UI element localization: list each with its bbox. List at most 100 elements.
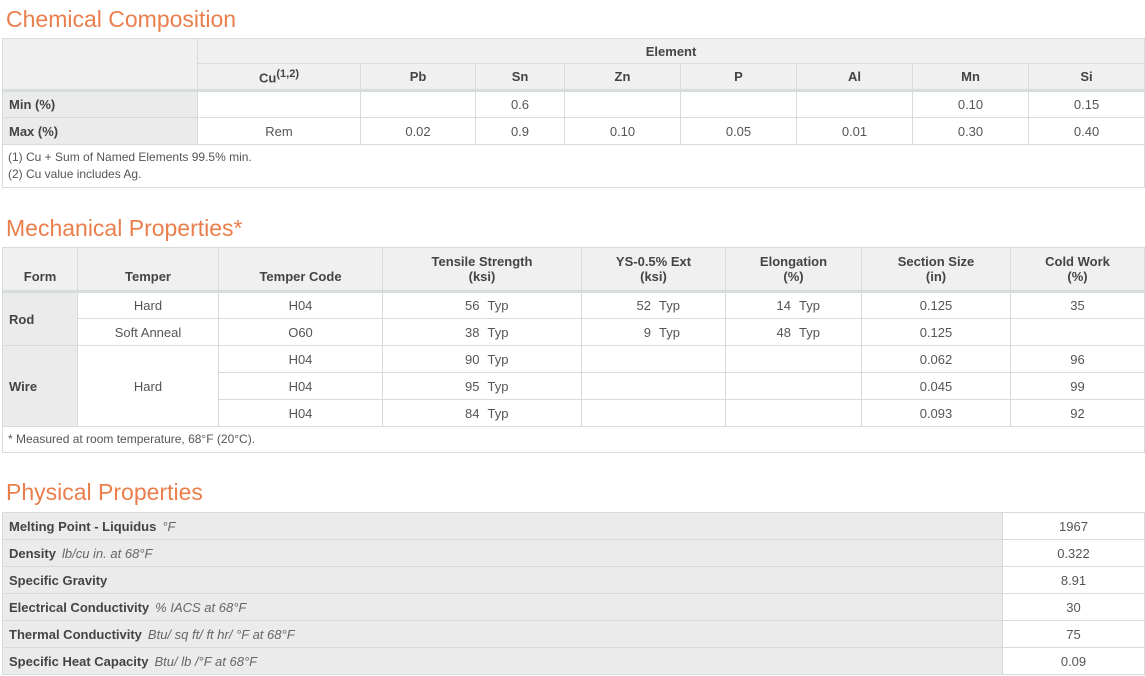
table-row: Max (%) Rem 0.02 0.9 0.10 0.05 0.01 0.30… (2, 117, 1145, 145)
min-al (796, 90, 913, 118)
table-row: Min (%) 0.6 0.10 0.15 (2, 90, 1145, 118)
typ-label: Typ (799, 298, 820, 313)
element-header-pb: Pb (360, 63, 476, 92)
section-size-value: 0.125 (861, 291, 1011, 319)
elongation-value (725, 372, 862, 400)
form-wire: Wire (2, 345, 78, 427)
form-rod: Rod (2, 291, 78, 346)
element-group-header: Element (196, 38, 1145, 64)
footnote: (1) Cu + Sum of Named Elements 99.5% min… (8, 150, 252, 164)
property-unit: lb/cu in. at 68°F (61, 545, 153, 561)
chemical-composition-title: Chemical Composition (6, 6, 237, 32)
max-sn: 0.9 (475, 117, 565, 145)
property-label: Specific Gravity (9, 572, 108, 588)
property-value: 0.322 (1002, 539, 1145, 567)
header-elongation: Elongation (%) (725, 247, 862, 293)
table-row: Rod Hard H04 56 Typ 52 Typ 14 Typ 0.125 35 (2, 291, 1145, 346)
header-ys: YS-0.5% Ext (ksi) (581, 247, 726, 293)
table-row: Wire Hard H04 90 Typ 0.062 96 (2, 345, 1145, 427)
section-size-value: 0.093 (861, 399, 1011, 427)
typ-label: Typ (487, 324, 509, 340)
property-label: Specific Heat Capacity (9, 653, 149, 669)
min-sn: 0.6 (475, 90, 565, 118)
typ-label: Typ (659, 298, 680, 313)
table-row: Specific Gravity 8.91 (2, 566, 1145, 594)
max-mn: 0.30 (912, 117, 1029, 145)
section-size-value: 0.062 (861, 345, 1011, 373)
cold-work-value: 92 (1010, 399, 1145, 427)
min-si: 0.15 (1027, 90, 1145, 118)
typ-label: Typ (487, 351, 509, 367)
ys-value (581, 399, 726, 427)
property-value: 0.09 (1002, 647, 1145, 675)
header-temper: Temper (77, 247, 219, 293)
cold-work-value (1010, 318, 1145, 346)
property-label: Melting Point - Liquidus (9, 518, 157, 534)
cold-work-value: 35 (1010, 291, 1145, 319)
max-al: 0.01 (796, 117, 913, 145)
ys-value: 9 (643, 324, 652, 340)
corner-cell (2, 38, 198, 92)
min-p (680, 90, 797, 118)
tensile-value: 90 (465, 351, 480, 367)
header-tensile: Tensile Strength (ksi) (382, 247, 582, 293)
element-header-al: Al (796, 63, 913, 92)
temper-hard: Hard (77, 291, 219, 319)
cold-work-value: 99 (1010, 372, 1145, 400)
element-header-cu: Cu(1,2) (197, 63, 361, 92)
header-section-size: Section Size (in) (861, 247, 1011, 293)
property-value: 30 (1002, 593, 1145, 621)
chemical-composition-table: Element Cu(1,2) Pb Sn Zn P Al Mn Si Min … (1, 38, 1145, 188)
property-value: 1967 (1002, 512, 1145, 540)
tensile-value: 56 (465, 298, 480, 313)
element-header-si: Si (1027, 63, 1145, 92)
elongation-value (725, 345, 862, 373)
typ-label: Typ (799, 324, 820, 340)
element-header-sn: Sn (475, 63, 565, 92)
property-unit: °F (162, 518, 176, 534)
temper-code: H04 (218, 399, 383, 427)
min-pb (360, 90, 476, 118)
element-header-zn: Zn (564, 63, 681, 92)
temper-code: H04 (218, 345, 383, 373)
property-value: 75 (1002, 620, 1145, 648)
physical-properties-table: Melting Point - Liquidus °F 1967 Density l… (2, 512, 1145, 675)
header-cold-work: Cold Work (%) (1010, 247, 1145, 293)
table-row: Specific Heat Capacity Btu/ lb /°F at 68°… (2, 647, 1145, 675)
element-header-p: P (680, 63, 797, 92)
section-size-value: 0.125 (861, 318, 1011, 346)
table-row: Electrical Conductivity % IACS at 68°F 30 (2, 593, 1145, 621)
property-unit: % IACS at 68°F (155, 599, 247, 615)
table-row: Melting Point - Liquidus °F 1967 (2, 512, 1145, 540)
typ-label: Typ (487, 378, 509, 394)
tensile-value: 84 (465, 405, 480, 421)
temper-code: O60 (218, 318, 383, 346)
min-mn: 0.10 (912, 90, 1029, 118)
footnote: * Measured at room temperature, 68°F (20… (2, 426, 1145, 453)
temper-hard: Hard (77, 345, 219, 427)
table-row: Thermal Conductivity Btu/ sq ft/ ft hr/ °… (2, 620, 1145, 648)
ys-value: 52 (636, 298, 652, 313)
property-label: Electrical Conductivity (9, 599, 150, 615)
table-row: Soft Anneal O60 38 Typ 9 Typ 48 Typ 0.125 (3, 318, 1145, 346)
max-p: 0.05 (680, 117, 797, 145)
typ-label: Typ (487, 405, 509, 421)
table-row: Density lb/cu in. at 68°F 0.322 (2, 539, 1145, 567)
min-zn (564, 90, 681, 118)
ys-value (581, 345, 726, 373)
physical-properties-title: Physical Properties (6, 479, 203, 505)
footnote: (2) Cu value includes Ag. (8, 167, 142, 181)
max-pb: 0.02 (360, 117, 476, 145)
row-label-min: Min (%) (2, 90, 198, 118)
tensile-value: 38 (465, 324, 480, 340)
ys-value (581, 372, 726, 400)
section-size-value: 0.045 (861, 372, 1011, 400)
tensile-value: 95 (465, 378, 480, 394)
cold-work-value: 96 (1010, 345, 1145, 373)
header-form: Form (2, 247, 78, 293)
max-cu: Rem (197, 117, 361, 145)
temper-code: H04 (218, 372, 383, 400)
property-unit: Btu/ sq ft/ ft hr/ °F at 68°F (147, 626, 295, 642)
property-value: 8.91 (1002, 566, 1145, 594)
property-label: Density (9, 545, 56, 561)
